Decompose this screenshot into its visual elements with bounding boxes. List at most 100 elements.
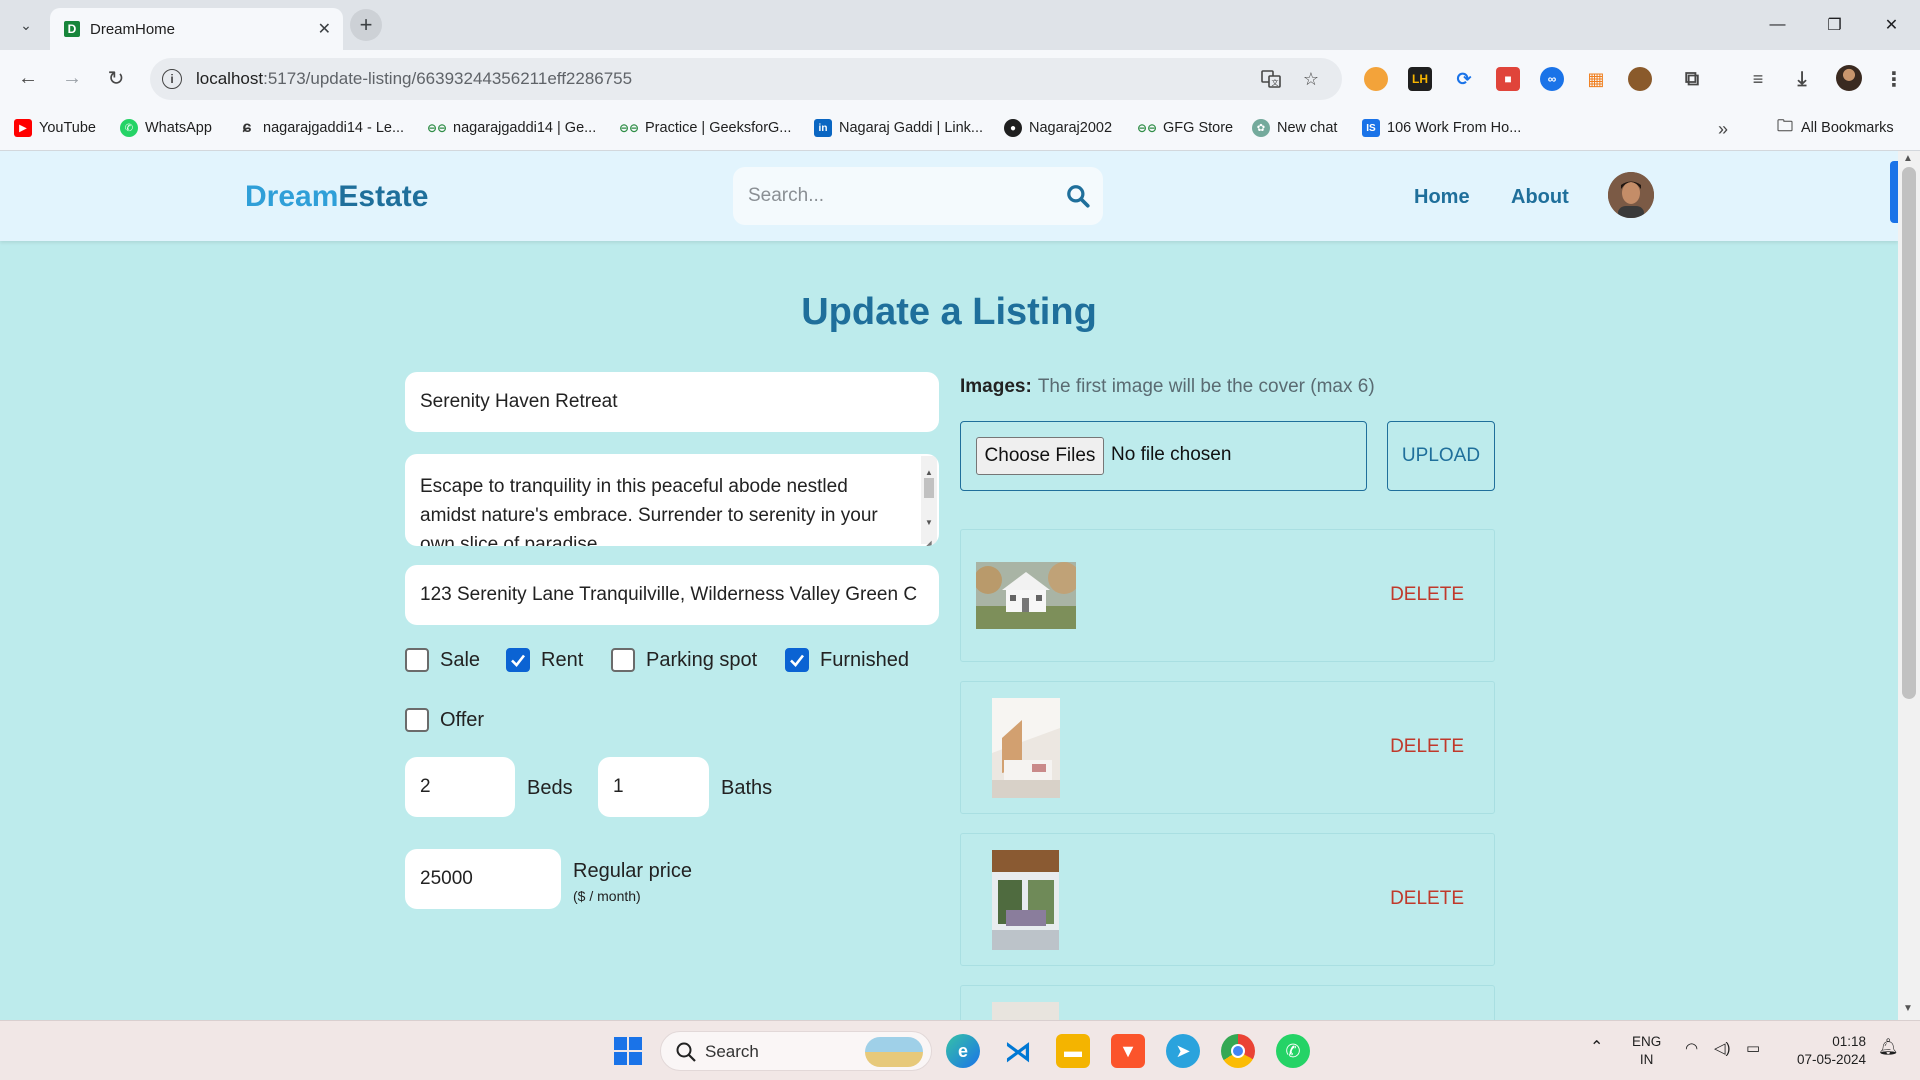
vscode-icon[interactable]: ⋊ (1001, 1034, 1035, 1068)
close-window-icon[interactable]: ✕ (1863, 0, 1920, 50)
battery-icon[interactable]: ▭ (1746, 1040, 1760, 1058)
whatsapp-icon[interactable]: ✆ (1276, 1034, 1310, 1068)
bookmark-gfg-store[interactable]: ⊖⊖ GFG Store (1137, 119, 1233, 137)
tab-dreamhome[interactable]: D DreamHome ✕ (50, 8, 343, 50)
search-input[interactable] (748, 182, 1048, 210)
address-bar[interactable]: i localhost:5173/update-listing/66393244… (150, 58, 1342, 100)
scroll-down-arrow-icon[interactable]: ▼ (1903, 1003, 1913, 1014)
new-tab-button[interactable]: + (350, 9, 382, 41)
bookmark-leetcode[interactable]: ɕ nagarajgaddi14 - Le... (238, 119, 405, 137)
tab-list-chevron-icon[interactable]: ⌄ (14, 13, 38, 37)
bookmark-gfg-practice[interactable]: ⊖⊖ Practice | GeeksforG... (619, 119, 791, 137)
download-icon[interactable]: ⤓ (1790, 67, 1814, 91)
scroll-up-arrow-icon[interactable]: ▲ (1903, 153, 1913, 164)
choose-files-button[interactable]: Choose Files (976, 437, 1104, 475)
telegram-icon[interactable]: ➤ (1166, 1034, 1200, 1068)
url-text[interactable]: localhost:5173/update-listing/6639324435… (196, 69, 632, 89)
profile-avatar-icon[interactable] (1836, 65, 1862, 91)
volume-icon[interactable]: ◁) (1714, 1040, 1731, 1058)
notification-bell-icon[interactable]: 🔔︎ (1878, 1039, 1898, 1057)
address-input[interactable] (405, 565, 939, 625)
wifi-icon[interactable]: ◠ (1685, 1040, 1698, 1058)
extension-sync-icon[interactable]: ⟳ (1452, 67, 1476, 91)
furnished-checkbox[interactable] (785, 648, 809, 672)
extension-1-icon[interactable] (1364, 67, 1388, 91)
all-bookmarks[interactable]: 🗀 All Bookmarks (1776, 118, 1894, 137)
name-input[interactable] (405, 372, 939, 432)
windows-start-icon[interactable] (611, 1034, 645, 1068)
site-logo[interactable]: DreamEstate (245, 180, 428, 214)
offer-checkbox[interactable] (405, 708, 429, 732)
chrome-icon[interactable] (1221, 1034, 1255, 1068)
search-icon[interactable] (1065, 183, 1091, 209)
delete-image-button[interactable]: DELETE (1390, 736, 1464, 758)
parking-checkbox[interactable] (611, 648, 635, 672)
beds-input[interactable] (405, 757, 515, 817)
user-avatar[interactable] (1608, 172, 1654, 218)
page-scroll-thumb[interactable] (1902, 167, 1916, 699)
file-input[interactable]: Choose Files No file chosen (960, 421, 1367, 491)
extension-6-icon[interactable]: ▦ (1584, 67, 1608, 91)
extensions-puzzle-icon[interactable]: ⧉ (1680, 67, 1704, 91)
clock-date: 07-05-2024 (1796, 1052, 1866, 1067)
leetcode-icon: ɕ (242, 119, 252, 136)
brave-icon[interactable]: ▼ (1111, 1034, 1145, 1068)
nav-home-link[interactable]: Home (1414, 186, 1470, 209)
url-path: :5173/update-listing/66393244356211eff22… (263, 69, 633, 88)
resize-handle-icon[interactable]: ◢ (924, 530, 932, 546)
back-icon[interactable]: ← (14, 64, 42, 92)
bookmark-star-icon[interactable]: ☆ (1300, 68, 1322, 90)
translate-icon[interactable]: 文 (1260, 68, 1282, 90)
forward-icon[interactable]: → (58, 64, 86, 92)
media-control-icon[interactable]: ≡ (1746, 67, 1770, 91)
description-textarea[interactable]: Escape to tranquility in this peaceful a… (405, 454, 939, 546)
extension-lighthouse-icon[interactable]: LH (1408, 67, 1432, 91)
textarea-scrollbar[interactable]: ▲ ▼ ◢ (921, 456, 937, 546)
rent-checkbox-row[interactable]: Rent (506, 648, 583, 672)
upload-button[interactable]: UPLOAD (1387, 421, 1495, 491)
image-card: DELETE (960, 833, 1495, 966)
extension-5-icon[interactable]: ∞ (1540, 67, 1564, 91)
bookmark-work-from-home[interactable]: IS 106 Work From Ho... (1362, 119, 1521, 137)
restore-icon[interactable]: ❐ (1806, 0, 1863, 50)
language-indicator[interactable]: ENG IN (1632, 1033, 1661, 1069)
sale-checkbox-row[interactable]: Sale (405, 648, 480, 672)
images-hint: The first image will be the cover (max 6… (1037, 376, 1375, 397)
edge-icon[interactable]: e (946, 1034, 980, 1068)
image-thumbnail-partial (992, 1002, 1059, 1020)
bookmark-linkedin[interactable]: in Nagaraj Gaddi | Link... (814, 119, 983, 137)
close-tab-icon[interactable]: ✕ (318, 19, 331, 39)
page-scrollbar[interactable]: ▲ ▼ (1898, 151, 1920, 1020)
bookmarks-overflow-icon[interactable]: » (1718, 119, 1728, 140)
tray-chevron-icon[interactable]: ⌃ (1590, 1039, 1603, 1057)
delete-image-button[interactable]: DELETE (1390, 888, 1464, 910)
offer-checkbox-row[interactable]: Offer (405, 708, 484, 732)
taskbar-search[interactable]: Search (660, 1031, 932, 1071)
delete-image-button[interactable]: DELETE (1390, 584, 1464, 606)
clock-time: 01:18 (1832, 1034, 1866, 1049)
textarea-scroll-thumb[interactable] (924, 478, 934, 498)
bedroom-image (992, 698, 1060, 798)
clock[interactable]: 01:18 07-05-2024 (1786, 1033, 1866, 1069)
bookmark-youtube[interactable]: ▶ YouTube (14, 119, 96, 137)
extension-4-icon[interactable]: ■ (1496, 67, 1520, 91)
bookmark-gfg-profile[interactable]: ⊖⊖ nagarajgaddi14 | Ge... (427, 119, 596, 137)
furnished-checkbox-row[interactable]: Furnished (785, 648, 909, 672)
baths-input[interactable] (598, 757, 709, 817)
sale-checkbox[interactable] (405, 648, 429, 672)
bookmark-new-chat[interactable]: ✿ New chat (1252, 119, 1337, 137)
bookmark-whatsapp[interactable]: ✆ WhatsApp (120, 119, 212, 137)
side-panel-tab[interactable] (1890, 161, 1898, 223)
rent-checkbox[interactable] (506, 648, 530, 672)
regular-price-input[interactable] (405, 849, 561, 909)
reload-icon[interactable]: ↻ (102, 64, 130, 92)
site-info-icon[interactable]: i (162, 69, 182, 89)
bookmark-github[interactable]: ● Nagaraj2002 (1004, 119, 1112, 137)
nav-about-link[interactable]: About (1511, 186, 1569, 209)
extension-cookie-icon[interactable] (1628, 67, 1652, 91)
minimize-icon[interactable]: — (1749, 0, 1806, 50)
parking-checkbox-row[interactable]: Parking spot (611, 648, 757, 672)
file-explorer-icon[interactable]: ▬ (1056, 1034, 1090, 1068)
rent-label: Rent (541, 648, 584, 671)
more-menu-icon[interactable]: ⋮ (1882, 67, 1906, 91)
